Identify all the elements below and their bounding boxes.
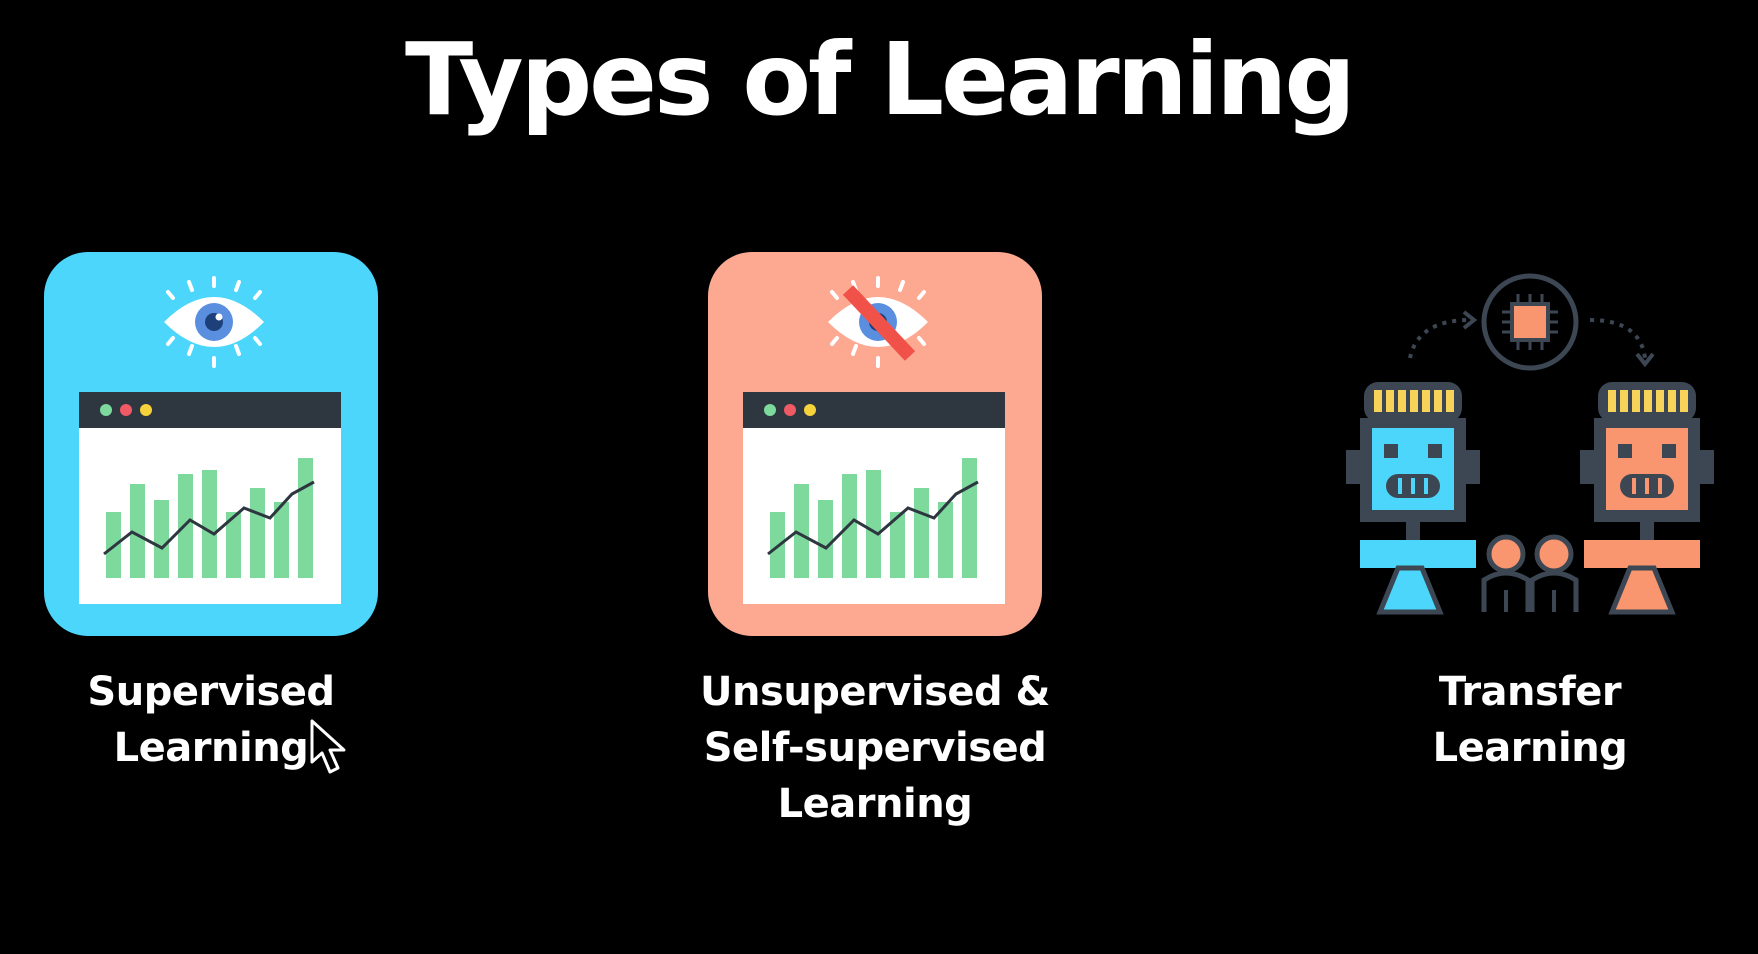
label-line: Unsupervised & — [700, 669, 1050, 715]
label-line: Learning — [1432, 725, 1628, 771]
transfer-learning-illustration — [1346, 273, 1714, 615]
browser-chart-icon — [79, 392, 341, 604]
robot-icon — [1580, 382, 1714, 615]
people-icon — [1481, 534, 1579, 612]
robot-icon — [1346, 382, 1480, 615]
browser-chart-icon — [743, 392, 1005, 604]
supervised-illustration — [79, 276, 341, 604]
label-line: Supervised — [87, 669, 335, 715]
label-line: Transfer — [1438, 669, 1622, 715]
label-line: Self-supervised — [703, 725, 1047, 771]
chip-icon — [1481, 273, 1579, 371]
unsupervised-illustration — [743, 276, 1005, 604]
unsupervised-card — [708, 252, 1042, 636]
mouse-pointer-icon — [310, 719, 346, 774]
transfer-learning-label: Transfer Learning — [1380, 664, 1680, 776]
supervised-card — [44, 252, 378, 636]
slide-title: Types of Learning — [405, 21, 1356, 138]
unsupervised-learning-label: Unsupervised & Self-supervised Learning — [680, 664, 1070, 832]
eye-icon — [164, 276, 264, 368]
label-line: Learning — [777, 781, 973, 827]
crossed-eye-icon — [828, 276, 928, 368]
